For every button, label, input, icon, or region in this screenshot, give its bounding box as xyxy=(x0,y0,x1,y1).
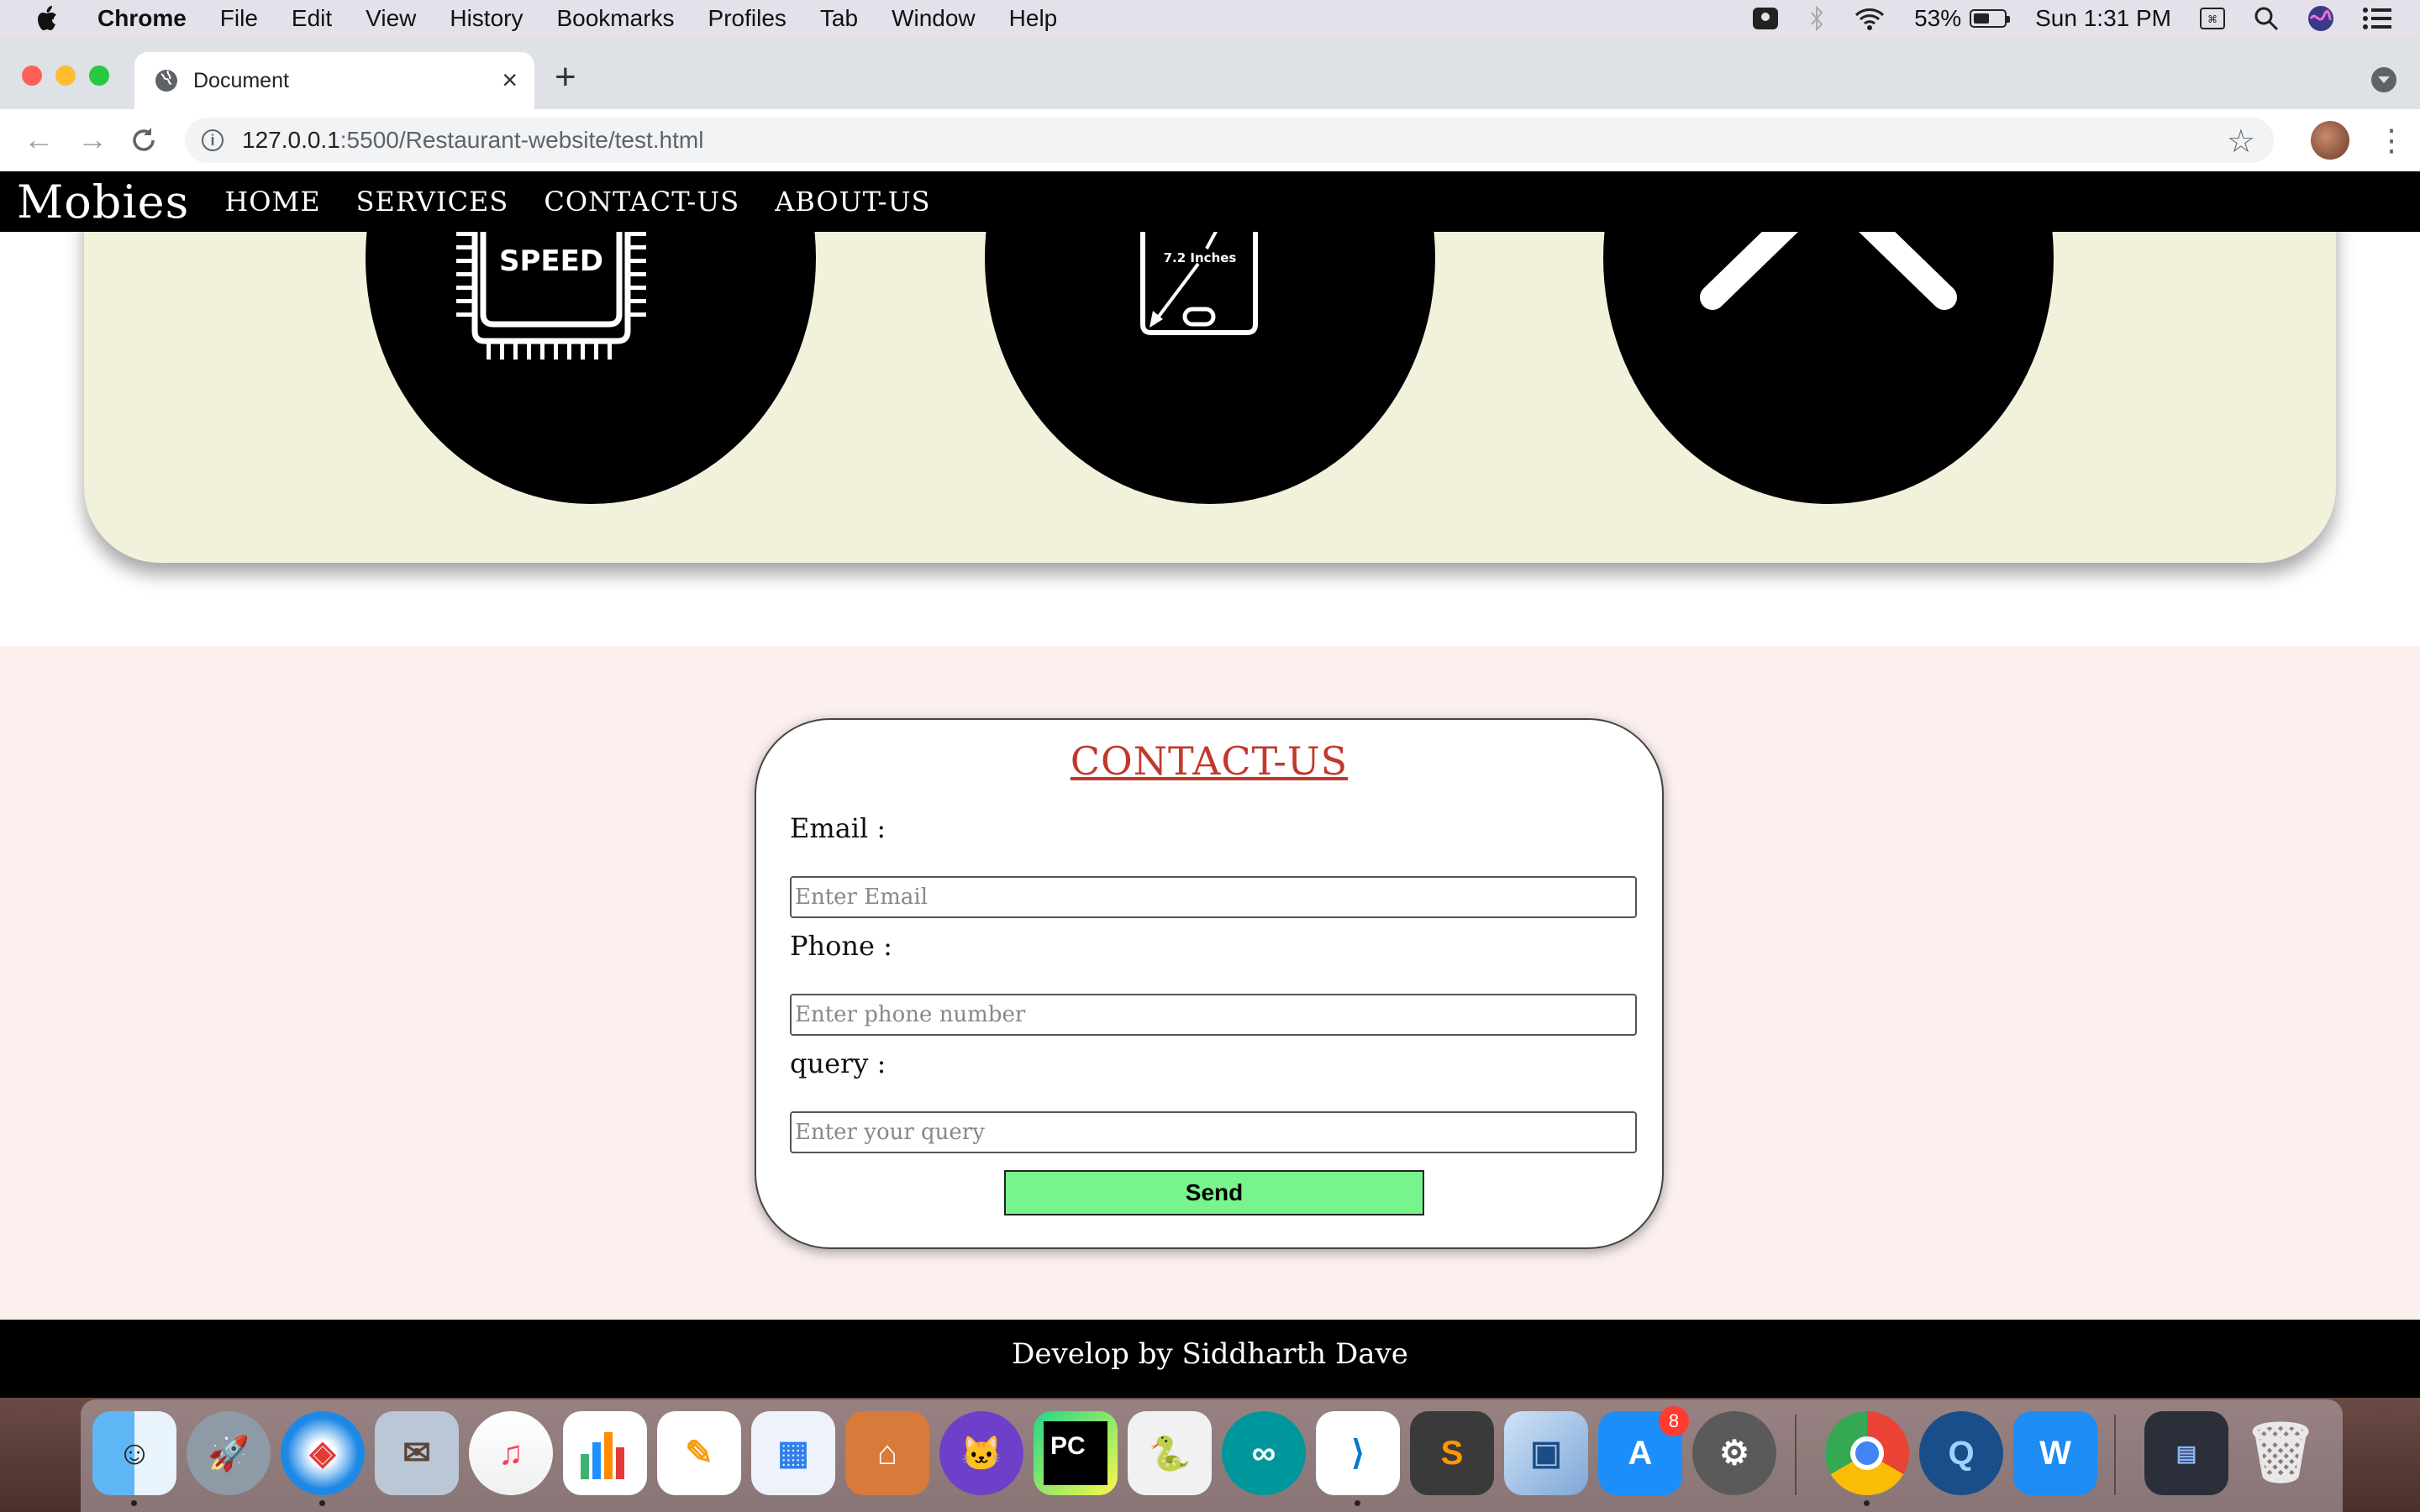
vscode-running-dot xyxy=(1355,1500,1360,1506)
music-icon[interactable]: ♫ xyxy=(469,1411,553,1495)
site-navbar: Mobies HOME SERVICES CONTACT-US ABOUT-US xyxy=(0,171,2420,232)
tab-search-icon[interactable] xyxy=(2371,67,2396,92)
app-store-badge: 8 xyxy=(1659,1406,1689,1436)
tab-close-icon[interactable]: × xyxy=(502,66,518,93)
site-brand[interactable]: Mobies xyxy=(17,176,189,228)
numbers-icon[interactable] xyxy=(563,1411,647,1495)
browser-toolbar: ← → i 127.0.0.1:5500/Restaurant-website/… xyxy=(0,109,2420,171)
dock-separator-2 xyxy=(2114,1415,2116,1495)
sublime-text-icon[interactable]: S xyxy=(1410,1411,1494,1495)
forward-button[interactable]: → xyxy=(77,124,108,155)
app-store-icon[interactable]: A8 xyxy=(1598,1406,1689,1495)
siri-icon[interactable] xyxy=(2307,5,2334,32)
vscode-icon[interactable]: ⟩ xyxy=(1316,1411,1400,1495)
safari-icon[interactable]: ◈ xyxy=(281,1411,365,1495)
menu-edit[interactable]: Edit xyxy=(292,5,332,32)
notification-center-icon[interactable] xyxy=(2363,7,2391,30)
window-zoom-button[interactable] xyxy=(89,66,109,86)
menu-view[interactable]: View xyxy=(366,5,416,32)
bluetooth-icon[interactable] xyxy=(1808,6,1825,31)
reload-icon[interactable] xyxy=(129,126,158,155)
safari-running-dot xyxy=(319,1500,325,1506)
menu-tab[interactable]: Tab xyxy=(820,5,858,32)
spotlight-search-icon[interactable] xyxy=(2254,6,2279,31)
mail-icon[interactable]: ✉ xyxy=(375,1411,459,1495)
menu-help[interactable]: Help xyxy=(1009,5,1058,32)
window-minimize-button[interactable] xyxy=(55,66,76,86)
apple-icon[interactable] xyxy=(34,4,59,33)
github-desktop-icon[interactable]: 🐱 xyxy=(939,1411,1023,1495)
nav-home[interactable]: HOME xyxy=(224,186,320,218)
chrome-icon[interactable] xyxy=(1825,1411,1909,1495)
chrome-center xyxy=(1850,1436,1884,1470)
nav-about-us[interactable]: ABOUT-US xyxy=(775,186,930,218)
phone-field[interactable] xyxy=(790,994,1637,1036)
screenshot-thumbnail-icon[interactable]: ▤ xyxy=(2144,1411,2228,1495)
menu-history[interactable]: History xyxy=(450,5,523,32)
keynote-icon[interactable]: ▦ xyxy=(751,1411,835,1495)
address-bar[interactable]: i 127.0.0.1:5500/Restaurant-website/test… xyxy=(185,118,2274,163)
system-preferences-icon[interactable]: ⚙ xyxy=(1692,1411,1776,1495)
send-button[interactable]: Send xyxy=(1004,1170,1424,1215)
launchpad-icon[interactable]: 🚀 xyxy=(187,1411,271,1495)
menu-bar: Chrome File Edit View History Bookmarks … xyxy=(0,0,2420,37)
site-info-icon[interactable]: i xyxy=(202,129,224,151)
battery-icon xyxy=(1970,9,2011,28)
page-viewport: Mobies HOME SERVICES CONTACT-US ABOUT-US… xyxy=(0,171,2420,1398)
chrome-running-dot xyxy=(1864,1500,1870,1506)
query-label: query : xyxy=(790,1047,886,1079)
chrome-menu-icon[interactable]: ⋮ xyxy=(2376,121,2407,160)
battery-fill xyxy=(1974,13,1990,24)
wps-office-icon[interactable]: W xyxy=(2013,1411,2097,1495)
battery-percent: 53% xyxy=(1914,5,1962,31)
finder-running-dot xyxy=(131,1500,137,1506)
nav-services[interactable]: SERVICES xyxy=(356,186,509,218)
pages-icon[interactable]: ✎ xyxy=(657,1411,741,1495)
trash-icon[interactable]: 🗑 xyxy=(2238,1411,2323,1495)
tab-title: Document xyxy=(193,68,289,92)
new-tab-button[interactable]: + xyxy=(555,59,576,96)
query-field[interactable] xyxy=(790,1111,1637,1153)
site-footer: Develop by Siddharth Dave xyxy=(0,1320,2420,1398)
python-icon[interactable]: 🐍 xyxy=(1128,1411,1212,1495)
menu-profiles[interactable]: Profiles xyxy=(708,5,786,32)
url-path: :5500/Restaurant-website/test.html xyxy=(339,127,704,153)
pycharm-label: PC xyxy=(1044,1421,1107,1485)
screen-size-label: 7.2 Inches xyxy=(1164,250,1237,265)
menu-file[interactable]: File xyxy=(220,5,258,32)
email-field[interactable] xyxy=(790,876,1637,918)
profile-avatar[interactable] xyxy=(2311,121,2349,160)
tab-document[interactable]: Document × xyxy=(134,52,534,109)
phone-label: Phone : xyxy=(790,930,892,962)
arduino-icon[interactable]: ∞ xyxy=(1222,1411,1306,1495)
xampp-icon[interactable]: ⌂ xyxy=(845,1411,929,1495)
contact-heading: CONTACT-US xyxy=(1070,738,1349,784)
nav-contact-us[interactable]: CONTACT-US xyxy=(544,186,739,218)
virtualbox-icon[interactable]: ▣ xyxy=(1504,1411,1588,1495)
email-label: Email : xyxy=(790,812,886,844)
back-button[interactable]: ← xyxy=(24,124,54,155)
menu-window[interactable]: Window xyxy=(892,5,976,32)
speed-label: SPEED xyxy=(499,244,603,278)
battery-status[interactable]: 53% xyxy=(1914,5,2011,32)
bookmark-star-icon[interactable]: ☆ xyxy=(2227,123,2255,160)
url-host: 127.0.0.1 xyxy=(242,127,340,153)
wifi-icon[interactable] xyxy=(1854,6,1886,31)
quicktime-icon[interactable]: Q xyxy=(1919,1411,2003,1495)
pycharm-icon[interactable]: PC xyxy=(1034,1411,1118,1495)
contact-card: CONTACT-US Email : Phone : query : Send xyxy=(755,718,1664,1249)
menu-bookmarks[interactable]: Bookmarks xyxy=(556,5,674,32)
svg-text:⌘: ⌘ xyxy=(2207,13,2217,25)
globe-icon xyxy=(155,70,177,92)
contact-section: CONTACT-US Email : Phone : query : Send xyxy=(0,646,2420,1323)
dock-separator xyxy=(1795,1415,1797,1495)
keyboard-input-icon[interactable]: ⌘ xyxy=(2200,8,2225,29)
menu-clock[interactable]: Sun 1:31 PM xyxy=(2035,5,2171,32)
dock: ☺ 🚀 ◈ ✉ ♫ ✎ ▦ ⌂ 🐱 PC 🐍 ∞ ⟩ S ▣ A8 ⚙ Q W … xyxy=(81,1399,2343,1512)
window-close-button[interactable] xyxy=(22,66,42,86)
finder-icon[interactable]: ☺ xyxy=(92,1411,176,1495)
camera-status-icon[interactable] xyxy=(1751,6,1780,31)
menu-app-name[interactable]: Chrome xyxy=(97,5,187,32)
